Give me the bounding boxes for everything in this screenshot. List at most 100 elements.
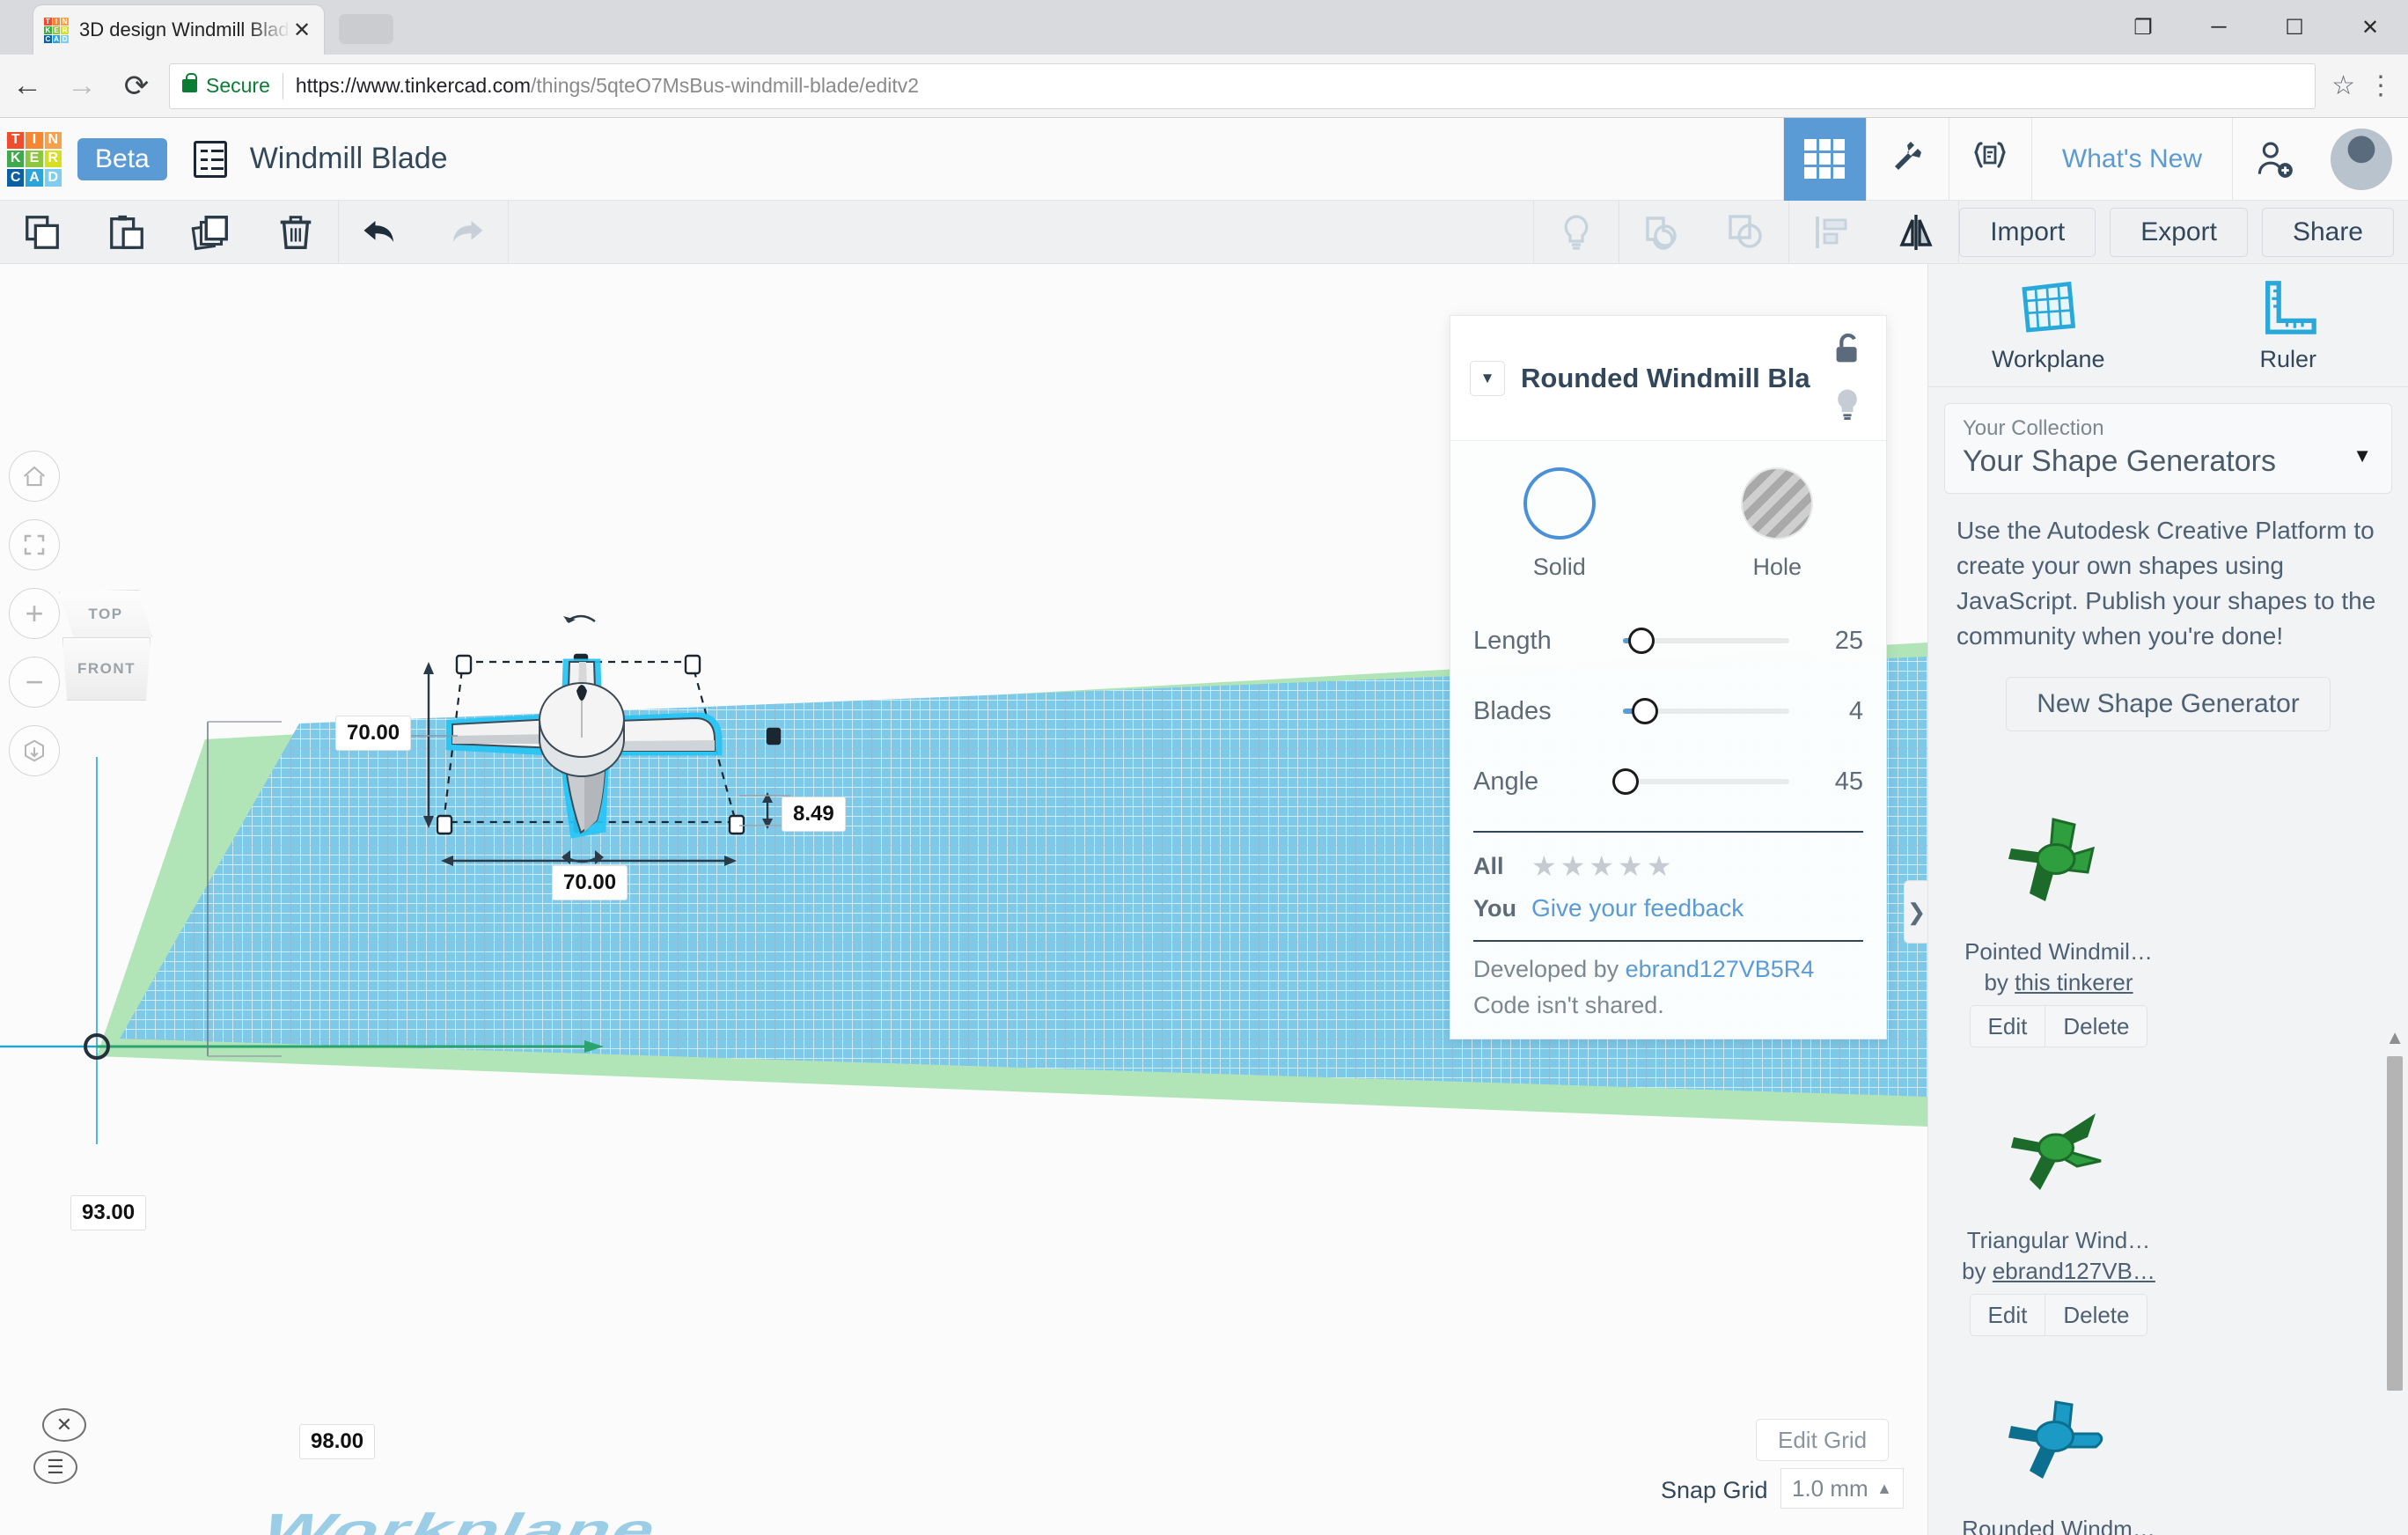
view-cube-top[interactable]: TOP — [59, 590, 152, 639]
give-feedback-link[interactable]: Give your feedback — [1531, 894, 1744, 922]
shape-card[interactable]: Pointed Windmil… by this tinkerer Edit D… — [1955, 775, 2162, 1047]
fit-to-view-button[interactable] — [9, 519, 60, 570]
zoom-in-button[interactable]: + — [9, 588, 60, 639]
zoom-out-button[interactable]: − — [9, 657, 60, 708]
lightbulb-icon[interactable] — [1828, 385, 1867, 428]
restore-down-icon[interactable]: ❐ — [2105, 0, 2181, 55]
window-controls: ❐ ─ ☐ ✕ — [2105, 0, 2408, 55]
scroll-up-icon[interactable]: ▲ — [2385, 1026, 2404, 1049]
view-cube[interactable]: TOP FRONT — [48, 590, 163, 704]
window-close-icon[interactable]: ✕ — [2332, 0, 2408, 55]
canvas-menu-icon[interactable]: ☰ — [33, 1451, 77, 1484]
browser-toolbar: ← → ⟳ Secure https://www.tinkercad.com/t… — [0, 55, 2408, 118]
address-bar[interactable]: Secure https://www.tinkercad.com/things/… — [169, 62, 2316, 109]
dimension-object-height[interactable]: 8.49 — [782, 797, 846, 832]
minimize-icon[interactable]: ─ — [2181, 0, 2257, 55]
maximize-icon[interactable]: ☐ — [2257, 0, 2332, 55]
export-button[interactable]: Export — [2110, 207, 2248, 257]
shape-author-link[interactable]: ebrand127VB… — [1993, 1258, 2155, 1284]
shape-thumbnail[interactable] — [1955, 775, 2162, 938]
duplicate-button[interactable] — [169, 201, 253, 264]
close-workplane-icon[interactable]: ✕ — [42, 1408, 86, 1442]
toolbar-divider-2 — [508, 200, 509, 264]
rating-stars[interactable]: ★★★★★ — [1531, 849, 1675, 883]
codeblocks-icon[interactable] — [1948, 117, 2031, 201]
slider-track[interactable] — [1623, 698, 1789, 724]
tinkercad-logo[interactable]: TIN KER CAD — [7, 131, 62, 187]
design-list-icon[interactable] — [193, 140, 227, 178]
edit-button[interactable]: Edit — [1969, 1294, 2046, 1336]
rounded-windmill-icon — [2008, 1400, 2103, 1479]
edit-grid-button[interactable]: Edit Grid — [1756, 1419, 1890, 1461]
shape-thumbnail[interactable] — [1955, 1352, 2162, 1516]
copy-button[interactable] — [0, 201, 84, 264]
add-person-icon[interactable] — [2232, 117, 2315, 201]
rating-you-label: You — [1473, 894, 1516, 922]
dimension-object-width[interactable]: 70.00 — [552, 865, 628, 900]
light-button[interactable] — [1534, 201, 1619, 264]
dimension-left-height[interactable]: 93.00 — [70, 1195, 147, 1230]
shape-card[interactable]: Rounded Windm… by ebrand127VB… Edit Dele… — [1955, 1352, 2162, 1535]
workplane-icon — [2022, 281, 2076, 333]
slider-track[interactable] — [1612, 768, 1789, 795]
slider-value[interactable]: 25 — [1789, 627, 1863, 656]
orthographic-toggle-button[interactable] — [9, 725, 60, 776]
url-path: /things/5qteO7MsBus-windmill-blade/editv… — [531, 74, 920, 97]
hole-option[interactable]: Hole — [1669, 467, 1887, 581]
workplane-tool[interactable]: Workplane — [1928, 264, 2169, 386]
collapse-sidebar-handle[interactable]: ❯ — [1904, 880, 1928, 944]
redo-button[interactable] — [423, 201, 508, 264]
pickaxe-icon[interactable] — [1865, 117, 1949, 201]
slider-thumb[interactable] — [1631, 698, 1658, 724]
shapes-grid-icon[interactable] — [1782, 117, 1866, 201]
slider-value[interactable]: 45 — [1789, 768, 1863, 797]
undo-button[interactable] — [339, 201, 423, 264]
collection-select[interactable]: Your Collection Your Shape Generators ▼ — [1944, 403, 2392, 494]
ungroup-button[interactable] — [1704, 201, 1788, 264]
slider-value[interactable]: 4 — [1789, 697, 1863, 726]
browser-menu-icon[interactable]: ⋮ — [2368, 72, 2394, 99]
beta-badge[interactable]: Beta — [77, 137, 167, 180]
slider-thumb[interactable] — [1627, 628, 1655, 654]
browser-tab[interactable]: TIN KER CAD 3D design Windmill Blade ✕ — [33, 5, 324, 55]
slider-track[interactable] — [1623, 628, 1789, 654]
view-cube-front[interactable]: FRONT — [62, 637, 150, 701]
forward-icon[interactable]: → — [55, 59, 109, 114]
slider-length: Length 25 — [1473, 606, 1863, 676]
ruler-tool[interactable]: Ruler — [2169, 264, 2408, 386]
share-button[interactable]: Share — [2261, 207, 2394, 257]
whats-new-link[interactable]: What's New — [2030, 117, 2232, 201]
align-button[interactable] — [1789, 201, 1874, 264]
delete-button[interactable]: Delete — [2045, 1005, 2148, 1047]
dimension-bottom-width[interactable]: 98.00 — [299, 1424, 376, 1459]
shape-actions: Edit Delete — [1955, 1294, 2162, 1336]
reload-icon[interactable]: ⟳ — [109, 59, 164, 114]
pointed-windmill-icon — [2008, 818, 2096, 901]
shape-card[interactable]: Triangular Wind… by ebrand127VB… Edit De… — [1955, 1063, 2162, 1336]
delete-button[interactable]: Delete — [2045, 1294, 2148, 1336]
sidebar-scrollbar[interactable] — [2387, 1056, 2403, 1391]
shape-thumbnail[interactable] — [1955, 1063, 2162, 1227]
back-icon[interactable]: ← — [0, 59, 55, 114]
slider-thumb[interactable] — [1612, 768, 1639, 795]
paste-button[interactable] — [84, 201, 169, 264]
slider-label: Length — [1473, 626, 1552, 655]
solid-option[interactable]: Solid — [1450, 467, 1669, 581]
new-tab-button[interactable] — [339, 14, 393, 44]
shape-author-link[interactable]: this tinkerer — [2015, 969, 2133, 995]
new-shape-generator-button[interactable]: New Shape Generator — [2006, 677, 2331, 731]
developer-link[interactable]: ebrand127VB5R4 — [1626, 956, 1815, 982]
mirror-button[interactable] — [1874, 201, 1958, 264]
dimension-object-depth[interactable]: 70.00 — [335, 716, 412, 751]
snap-grid-select[interactable]: 1.0 mm ▲ — [1780, 1468, 1904, 1509]
group-button[interactable] — [1619, 201, 1704, 264]
home-view-button[interactable] — [9, 451, 60, 502]
unlock-icon[interactable] — [1828, 328, 1868, 373]
chevron-down-icon[interactable]: ▼ — [1470, 360, 1505, 396]
avatar[interactable] — [2331, 128, 2392, 190]
bookmark-star-icon[interactable]: ☆ — [2331, 70, 2355, 101]
edit-button[interactable]: Edit — [1969, 1005, 2046, 1047]
import-button[interactable]: Import — [1959, 207, 2096, 257]
close-icon[interactable]: ✕ — [290, 18, 313, 43]
delete-button[interactable] — [253, 201, 338, 264]
